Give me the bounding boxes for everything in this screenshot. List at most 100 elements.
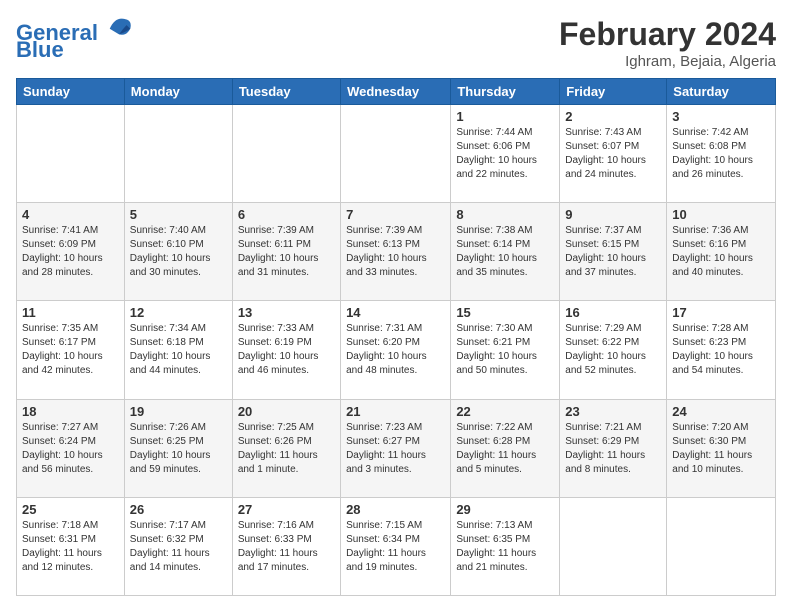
calendar-cell: 12 Sunrise: 7:34 AM Sunset: 6:18 PM Dayli…: [124, 301, 232, 399]
day-number: 23: [565, 404, 661, 419]
day-number: 13: [238, 305, 335, 320]
title-block: February 2024 Ighram, Bejaia, Algeria: [559, 16, 776, 70]
calendar-cell: 2 Sunrise: 7:43 AM Sunset: 6:07 PM Daylig…: [560, 105, 667, 203]
calendar-cell: 18 Sunrise: 7:27 AM Sunset: 6:24 PM Dayli…: [17, 399, 125, 497]
weekday-header-wednesday: Wednesday: [341, 79, 451, 105]
calendar-cell: 3Sunrise: 7:42 AM Sunset: 6:08 PM Daylig…: [667, 105, 776, 203]
calendar-cell: 27 Sunrise: 7:16 AM Sunset: 6:33 PM Dayli…: [232, 497, 340, 595]
day-number: 18: [22, 404, 119, 419]
calendar-cell: [232, 105, 340, 203]
weekday-header-friday: Friday: [560, 79, 667, 105]
day-info: Sunrise: 7:30 AM Sunset: 6:21 PM Dayligh…: [456, 322, 554, 378]
day-info: Sunrise: 7:34 AM Sunset: 6:18 PM Dayligh…: [130, 322, 227, 378]
month-title: February 2024: [559, 16, 776, 53]
calendar-cell: 26 Sunrise: 7:17 AM Sunset: 6:32 PM Dayli…: [124, 497, 232, 595]
calendar-cell: 21 Sunrise: 7:23 AM Sunset: 6:27 PM Dayli…: [341, 399, 451, 497]
day-info: Sunrise: 7:38 AM Sunset: 6:14 PM Dayligh…: [456, 224, 554, 280]
calendar-cell: 25 Sunrise: 7:18 AM Sunset: 6:31 PM Dayli…: [17, 497, 125, 595]
weekday-header-thursday: Thursday: [451, 79, 560, 105]
day-info: Sunrise: 7:15 AM Sunset: 6:34 PM Dayligh…: [346, 519, 445, 575]
day-info: Sunrise: 7:28 AM Sunset: 6:23 PM Dayligh…: [672, 322, 770, 378]
day-number: 29: [456, 502, 554, 517]
calendar-cell: 23 Sunrise: 7:21 AM Sunset: 6:29 PM Dayli…: [560, 399, 667, 497]
day-number: 14: [346, 305, 445, 320]
day-number: 8: [456, 207, 554, 222]
day-info: Sunrise: 7:27 AM Sunset: 6:24 PM Dayligh…: [22, 421, 119, 477]
weekday-header-sunday: Sunday: [17, 79, 125, 105]
day-info: Sunrise: 7:25 AM Sunset: 6:26 PM Dayligh…: [238, 421, 335, 477]
day-number: 5: [130, 207, 227, 222]
day-number: 24: [672, 404, 770, 419]
calendar-cell: [124, 105, 232, 203]
day-number: 21: [346, 404, 445, 419]
calendar-cell: 28 Sunrise: 7:15 AM Sunset: 6:34 PM Dayli…: [341, 497, 451, 595]
day-info: Sunrise: 7:22 AM Sunset: 6:28 PM Dayligh…: [456, 421, 554, 477]
calendar-cell: 16 Sunrise: 7:29 AM Sunset: 6:22 PM Dayli…: [560, 301, 667, 399]
calendar-cell: 4 Sunrise: 7:41 AM Sunset: 6:09 PM Daylig…: [17, 203, 125, 301]
day-info: Sunrise: 7:44 AM Sunset: 6:06 PM Dayligh…: [456, 126, 554, 182]
day-info: Sunrise: 7:13 AM Sunset: 6:35 PM Dayligh…: [456, 519, 554, 575]
logo-blue: Blue: [16, 37, 64, 62]
logo-icon: [106, 12, 134, 40]
day-number: 1: [456, 109, 554, 124]
weekday-header-monday: Monday: [124, 79, 232, 105]
day-number: 2: [565, 109, 661, 124]
calendar-cell: 5 Sunrise: 7:40 AM Sunset: 6:10 PM Daylig…: [124, 203, 232, 301]
calendar-cell: 29 Sunrise: 7:13 AM Sunset: 6:35 PM Dayli…: [451, 497, 560, 595]
calendar-cell: 24 Sunrise: 7:20 AM Sunset: 6:30 PM Dayli…: [667, 399, 776, 497]
day-number: 9: [565, 207, 661, 222]
day-number: 25: [22, 502, 119, 517]
day-number: 26: [130, 502, 227, 517]
day-info: Sunrise: 7:40 AM Sunset: 6:10 PM Dayligh…: [130, 224, 227, 280]
day-number: 27: [238, 502, 335, 517]
calendar-cell: [341, 105, 451, 203]
day-info: Sunrise: 7:39 AM Sunset: 6:11 PM Dayligh…: [238, 224, 335, 280]
calendar-cell: [560, 497, 667, 595]
calendar-cell: 6Sunrise: 7:39 AM Sunset: 6:11 PM Daylig…: [232, 203, 340, 301]
day-info: Sunrise: 7:33 AM Sunset: 6:19 PM Dayligh…: [238, 322, 335, 378]
day-number: 15: [456, 305, 554, 320]
day-number: 20: [238, 404, 335, 419]
day-info: Sunrise: 7:17 AM Sunset: 6:32 PM Dayligh…: [130, 519, 227, 575]
day-info: Sunrise: 7:16 AM Sunset: 6:33 PM Dayligh…: [238, 519, 335, 575]
calendar-cell: 22 Sunrise: 7:22 AM Sunset: 6:28 PM Dayli…: [451, 399, 560, 497]
day-info: Sunrise: 7:43 AM Sunset: 6:07 PM Dayligh…: [565, 126, 661, 182]
calendar-cell: 13 Sunrise: 7:33 AM Sunset: 6:19 PM Dayli…: [232, 301, 340, 399]
calendar-cell: 10Sunrise: 7:36 AM Sunset: 6:16 PM Dayli…: [667, 203, 776, 301]
calendar-cell: [667, 497, 776, 595]
day-info: Sunrise: 7:18 AM Sunset: 6:31 PM Dayligh…: [22, 519, 119, 575]
page: General Blue February 2024 Ighram, Bejai…: [0, 0, 792, 612]
calendar-cell: 15 Sunrise: 7:30 AM Sunset: 6:21 PM Dayli…: [451, 301, 560, 399]
day-info: Sunrise: 7:21 AM Sunset: 6:29 PM Dayligh…: [565, 421, 661, 477]
day-info: Sunrise: 7:29 AM Sunset: 6:22 PM Dayligh…: [565, 322, 661, 378]
calendar-cell: [17, 105, 125, 203]
calendar: SundayMondayTuesdayWednesdayThursdayFrid…: [16, 78, 776, 596]
calendar-cell: 19Sunrise: 7:26 AM Sunset: 6:25 PM Dayli…: [124, 399, 232, 497]
day-number: 11: [22, 305, 119, 320]
location-title: Ighram, Bejaia, Algeria: [559, 53, 776, 70]
day-number: 10: [672, 207, 770, 222]
day-number: 19: [130, 404, 227, 419]
weekday-header-tuesday: Tuesday: [232, 79, 340, 105]
calendar-cell: 1 Sunrise: 7:44 AM Sunset: 6:06 PM Daylig…: [451, 105, 560, 203]
day-info: Sunrise: 7:42 AM Sunset: 6:08 PM Dayligh…: [672, 126, 770, 182]
calendar-cell: 9Sunrise: 7:37 AM Sunset: 6:15 PM Daylig…: [560, 203, 667, 301]
calendar-cell: 17 Sunrise: 7:28 AM Sunset: 6:23 PM Dayli…: [667, 301, 776, 399]
weekday-header-saturday: Saturday: [667, 79, 776, 105]
day-number: 4: [22, 207, 119, 222]
day-info: Sunrise: 7:41 AM Sunset: 6:09 PM Dayligh…: [22, 224, 119, 280]
day-number: 12: [130, 305, 227, 320]
day-info: Sunrise: 7:23 AM Sunset: 6:27 PM Dayligh…: [346, 421, 445, 477]
header: General Blue February 2024 Ighram, Bejai…: [16, 16, 776, 70]
calendar-cell: 20 Sunrise: 7:25 AM Sunset: 6:26 PM Dayli…: [232, 399, 340, 497]
logo: General Blue: [16, 16, 134, 63]
day-number: 22: [456, 404, 554, 419]
day-number: 16: [565, 305, 661, 320]
day-number: 17: [672, 305, 770, 320]
day-number: 28: [346, 502, 445, 517]
day-number: 7: [346, 207, 445, 222]
calendar-cell: 7Sunrise: 7:39 AM Sunset: 6:13 PM Daylig…: [341, 203, 451, 301]
calendar-cell: 8 Sunrise: 7:38 AM Sunset: 6:14 PM Daylig…: [451, 203, 560, 301]
day-info: Sunrise: 7:20 AM Sunset: 6:30 PM Dayligh…: [672, 421, 770, 477]
calendar-cell: 11Sunrise: 7:35 AM Sunset: 6:17 PM Dayli…: [17, 301, 125, 399]
